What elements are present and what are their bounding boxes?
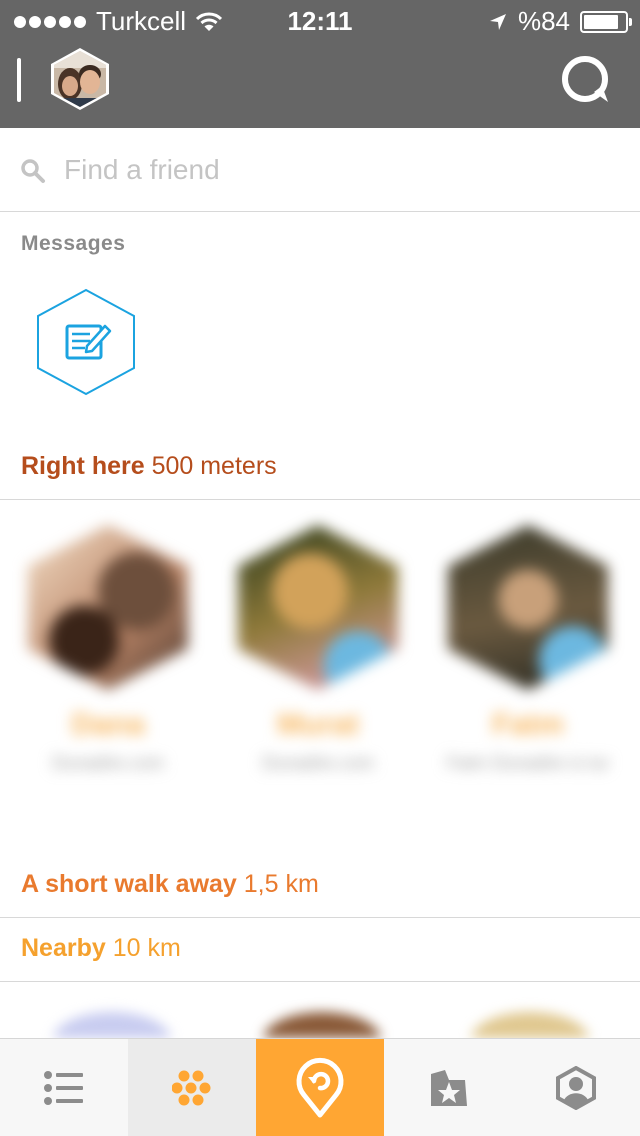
friend-card[interactable]: Murat Dunadire.com xyxy=(228,525,408,776)
tab-bar xyxy=(0,1038,640,1136)
messages-heading: Messages xyxy=(21,232,126,255)
tab-badges[interactable] xyxy=(384,1039,512,1136)
compose-message-icon[interactable] xyxy=(35,288,137,396)
status-bar: Turkcell 12:11 %84 xyxy=(0,0,640,40)
top-bar: Turkcell 12:11 %84 xyxy=(0,0,640,128)
battery-percentage: %84 xyxy=(517,6,570,36)
section-right-here-label: Right here xyxy=(21,452,145,480)
friend-card[interactable]: Fatm Fatm Dunadire is tur xyxy=(438,525,618,776)
list-icon xyxy=(44,1071,83,1105)
star-badge-icon xyxy=(431,1070,467,1106)
find-friend-input[interactable] xyxy=(64,148,604,192)
friend-photo xyxy=(448,525,608,690)
section-nearby-distance: 10 km xyxy=(112,934,181,962)
tab-nearby[interactable] xyxy=(128,1039,256,1136)
divider xyxy=(0,917,640,918)
section-nearby: Nearby 10 km xyxy=(21,934,181,963)
friends-grid: Dana Dunadire.com Murat Dunadire.com Fat… xyxy=(10,505,630,810)
tab-list[interactable] xyxy=(0,1039,128,1136)
divider xyxy=(0,981,640,982)
friends-peek xyxy=(0,990,640,1038)
tab-profile[interactable] xyxy=(512,1039,640,1136)
divider xyxy=(0,499,640,500)
friend-photo xyxy=(28,525,188,690)
friend-name: Fatm xyxy=(492,708,564,741)
friend-name: Dana xyxy=(71,708,145,741)
profile-avatar[interactable] xyxy=(50,48,110,110)
menu-icon[interactable] xyxy=(17,58,21,102)
section-right-here: Right here 500 meters xyxy=(21,452,277,481)
honeycomb-icon xyxy=(172,1070,211,1106)
friend-name: Murat xyxy=(277,708,359,741)
location-arrow-icon xyxy=(489,13,506,30)
section-short-walk: A short walk away 1,5 km xyxy=(21,870,319,899)
section-nearby-label: Nearby xyxy=(21,934,106,962)
friend-photo xyxy=(238,525,398,690)
friend-detail: Fatm Dunadire is tur xyxy=(446,753,610,773)
friend-card[interactable]: Dana Dunadire.com xyxy=(18,525,198,776)
friend-detail: Dunadire.com xyxy=(261,753,375,773)
checkin-icon xyxy=(296,1057,344,1118)
search-icon xyxy=(21,159,45,183)
profile-icon xyxy=(556,1066,596,1110)
section-short-walk-label: A short walk away xyxy=(21,870,237,898)
find-friend-bar xyxy=(0,128,640,212)
section-right-here-distance: 500 meters xyxy=(151,452,277,480)
tab-checkin[interactable] xyxy=(256,1039,384,1136)
section-short-walk-distance: 1,5 km xyxy=(243,870,319,898)
search-bubble-icon[interactable] xyxy=(558,52,614,108)
friend-detail: Dunadire.com xyxy=(51,753,165,773)
battery-icon xyxy=(580,10,632,33)
